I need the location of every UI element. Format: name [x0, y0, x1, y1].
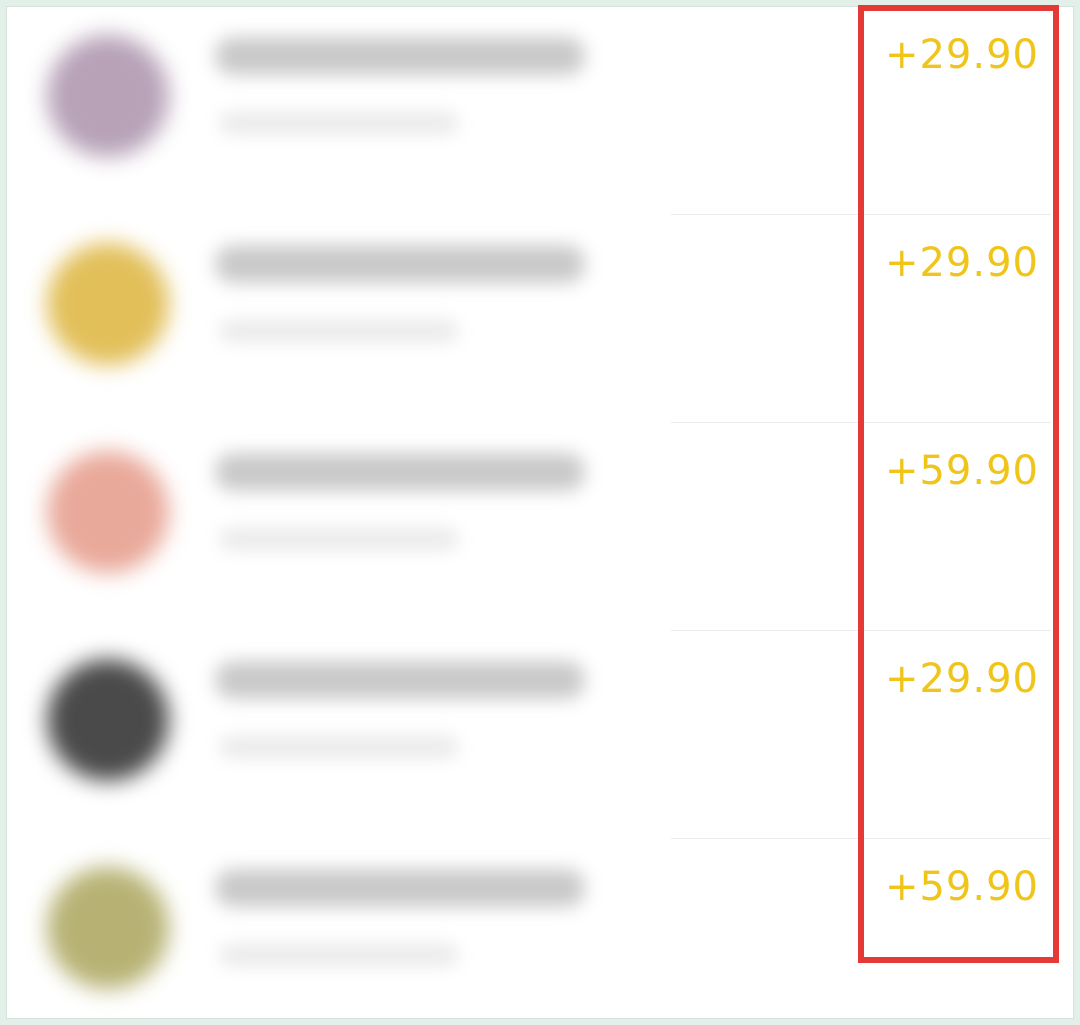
- avatar: [47, 243, 169, 365]
- transaction-list-panel: +29.90 +29.90 +59.90 +29.90 +59.90: [6, 6, 1074, 1019]
- avatar: [47, 659, 169, 781]
- blurred-subtitle: [219, 319, 459, 343]
- blurred-name: [215, 453, 585, 491]
- blurred-name: [215, 661, 585, 699]
- avatar: [47, 867, 169, 989]
- blurred-subtitle: [219, 943, 459, 967]
- blurred-subtitle: [219, 735, 459, 759]
- transaction-row[interactable]: +59.90: [7, 839, 1073, 1018]
- avatar: [47, 35, 169, 157]
- avatar: [47, 451, 169, 573]
- blurred-subtitle: [219, 527, 459, 551]
- transaction-row[interactable]: +59.90: [7, 423, 1073, 631]
- amount-label: +59.90: [884, 448, 1039, 494]
- blurred-name: [215, 37, 585, 75]
- amount-label: +29.90: [884, 656, 1039, 702]
- blurred-subtitle: [219, 111, 459, 135]
- amount-label: +29.90: [884, 32, 1039, 78]
- transaction-row[interactable]: +29.90: [7, 7, 1073, 215]
- amount-label: +59.90: [884, 864, 1039, 910]
- transaction-row[interactable]: +29.90: [7, 631, 1073, 839]
- transaction-row[interactable]: +29.90: [7, 215, 1073, 423]
- blurred-name: [215, 245, 585, 283]
- amount-label: +29.90: [884, 240, 1039, 286]
- blurred-name: [215, 869, 585, 907]
